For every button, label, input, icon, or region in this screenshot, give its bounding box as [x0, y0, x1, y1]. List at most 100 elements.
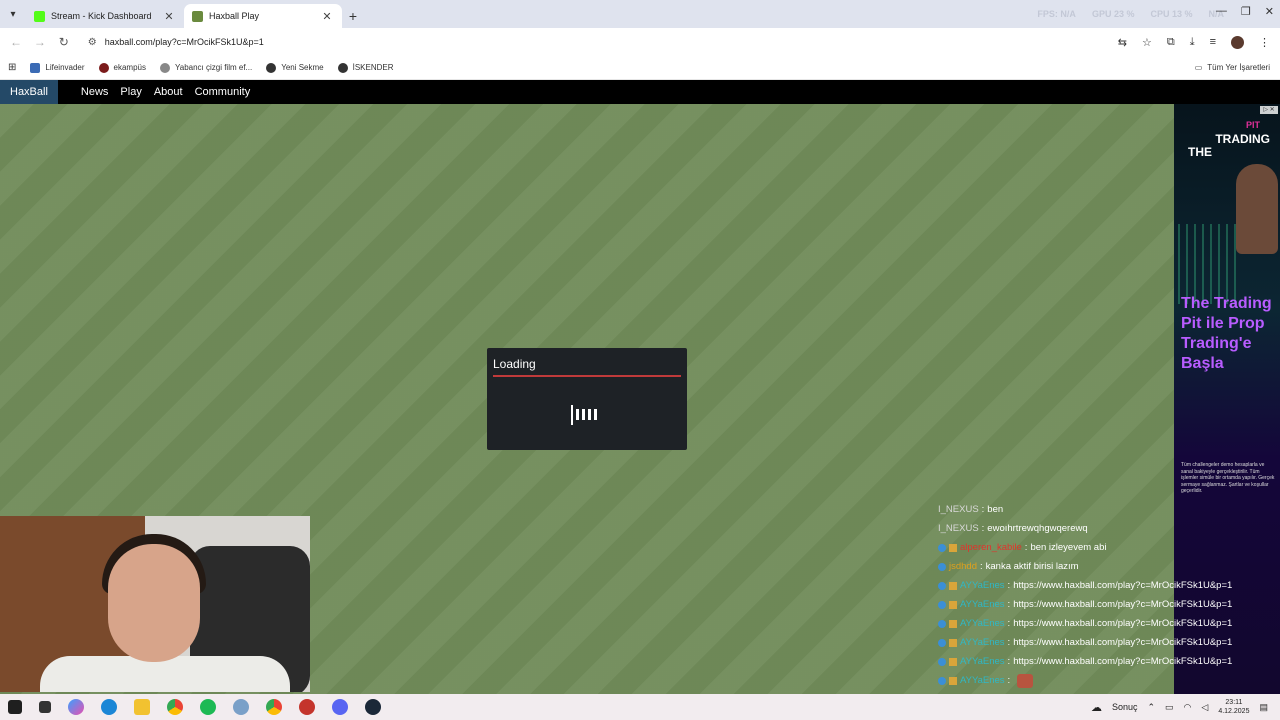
chat-username[interactable]: AYYaEnes — [960, 618, 1005, 629]
chat-username[interactable]: AYYaEnes — [960, 580, 1005, 591]
tab-haxball-play[interactable]: Haxball Play ✕ — [184, 4, 342, 28]
edge-icon[interactable] — [101, 699, 117, 715]
chevron-up-icon[interactable]: ⌃ — [1147, 702, 1155, 713]
loading-title: Loading — [493, 357, 536, 371]
loading-dialog: Loading — [487, 348, 687, 450]
close-tab-icon[interactable]: ✕ — [162, 10, 176, 23]
wifi-icon[interactable]: ◠ — [1184, 702, 1192, 713]
haxball-logo[interactable]: HaxBall — [0, 80, 58, 104]
settings-icon[interactable] — [233, 699, 249, 715]
url-input[interactable]: ⚙ haxball.com/play?c=MrOcikFSk1U&p=1 — [81, 31, 1118, 53]
webcam-shirt — [40, 656, 290, 692]
chat-message: alperen_kabile: ben izleyevem abi — [938, 538, 1278, 557]
all-bookmarks-button[interactable]: ▭ Tüm Yer İşaretleri — [1195, 63, 1270, 72]
start-windows-icon[interactable] — [8, 700, 22, 714]
close-window-icon[interactable]: ✕ — [1265, 5, 1274, 18]
loading-spinner-icon — [571, 405, 597, 425]
bookmark-star-icon[interactable]: ☆ — [1142, 36, 1152, 49]
chat-separator: : — [1007, 637, 1011, 648]
profile-avatar[interactable] — [1231, 35, 1244, 49]
bookmark-yabanci[interactable]: Yabancı çizgi film ef... — [160, 62, 253, 73]
forward-icon[interactable]: → — [28, 35, 52, 49]
chrome-icon — [266, 62, 277, 73]
nav-about[interactable]: About — [154, 86, 183, 98]
bookmark-iskender[interactable]: İSKENDER — [337, 62, 394, 73]
kick-favicon-icon — [34, 10, 45, 22]
task-view-icon[interactable] — [39, 701, 51, 713]
bookmark-lifeinvader[interactable]: Lifeinvader — [30, 62, 85, 73]
nav-news[interactable]: News — [81, 86, 109, 98]
bookmark-label: Yabancı çizgi film ef... — [175, 63, 253, 72]
ad-info-icon[interactable]: ▷ ✕ — [1260, 106, 1278, 114]
minimize-icon[interactable]: — — [1216, 5, 1227, 18]
translate-icon[interactable]: ⇆ — [1118, 36, 1127, 49]
notification-icon[interactable]: ▤ — [1259, 702, 1268, 713]
chat-badge-icon — [949, 600, 957, 609]
chat-badge-icon — [938, 600, 946, 609]
app-icon[interactable] — [299, 699, 315, 715]
loading-divider — [493, 375, 681, 377]
chat-username[interactable]: alperen_kabile — [960, 542, 1022, 553]
chat-badge-icon — [949, 676, 957, 685]
chat-message: AYYaEnes: https://www.haxball.com/play?c=… — [938, 595, 1278, 614]
webcam-overlay — [0, 516, 310, 692]
tab-search-button[interactable]: ▾ — [0, 0, 26, 28]
chat-badge-icon — [949, 619, 957, 628]
chat-emote-icon — [1017, 673, 1034, 688]
ad-chart-graphic — [1178, 224, 1238, 304]
chat-username[interactable]: jsdhdd — [949, 561, 977, 572]
chat-username[interactable]: AYYaEnes — [960, 675, 1005, 686]
tab-kick-dashboard[interactable]: Stream - Kick Dashboard ✕ — [26, 4, 184, 28]
bookmark-yeni-sekme[interactable]: Yeni Sekme — [266, 62, 324, 73]
steam-icon[interactable] — [365, 699, 381, 715]
chat-text: ewoıhrtrewqhgwqerewq — [987, 523, 1088, 534]
weather-icon[interactable]: ☁ — [1091, 701, 1102, 714]
new-tab-button[interactable]: + — [342, 4, 364, 28]
bookmark-ekampus[interactable]: ekampüs — [98, 62, 146, 73]
chrome-icon[interactable] — [266, 699, 282, 715]
folder-icon: ▭ — [1194, 63, 1203, 72]
download-icon[interactable]: ⤓ — [1190, 36, 1195, 49]
chat-badge-icon — [949, 638, 957, 647]
haxball-nav: HaxBall News Play About Community — [0, 80, 1280, 104]
chat-badge-icon — [949, 543, 957, 552]
apps-grid-icon[interactable]: ⊞ — [8, 62, 16, 73]
chat-separator: : — [981, 523, 985, 534]
webcam-face — [108, 544, 200, 662]
weather-label[interactable]: Sonuç — [1112, 702, 1138, 712]
chat-badge-icon — [938, 619, 946, 628]
close-tab-icon[interactable]: ✕ — [320, 10, 334, 23]
window-icon[interactable]: ▭ — [1165, 702, 1174, 713]
toolbar-icons: ⇆ ☆ ⧉ ⤓ ≡ ⋮ — [1118, 35, 1270, 49]
volume-icon[interactable]: ◁ — [1201, 702, 1208, 713]
chrome-icon[interactable] — [167, 699, 183, 715]
file-explorer-icon[interactable] — [134, 699, 150, 715]
chrome-icon — [337, 62, 348, 73]
copilot-icon[interactable] — [68, 699, 84, 715]
all-bookmarks-label: Tüm Yer İşaretleri — [1207, 63, 1270, 72]
chat-message: AYYaEnes: https://www.haxball.com/play?c=… — [938, 614, 1278, 633]
restore-icon[interactable]: ❐ — [1241, 5, 1251, 18]
site-info-icon[interactable]: ⚙ — [88, 37, 97, 48]
nav-play[interactable]: Play — [120, 86, 141, 98]
nav-community[interactable]: Community — [195, 86, 251, 98]
chat-username[interactable]: I_NEXUS — [938, 504, 979, 515]
media-icon[interactable]: ≡ — [1210, 36, 1216, 48]
clock[interactable]: 23:11 4.12.2025 — [1218, 698, 1249, 716]
back-icon[interactable]: ← — [4, 35, 28, 49]
menu-icon[interactable]: ⋮ — [1259, 36, 1270, 49]
chat-username[interactable]: AYYaEnes — [960, 656, 1005, 667]
discord-icon[interactable] — [332, 699, 348, 715]
tab-strip: ▾ Stream - Kick Dashboard ✕ Haxball Play… — [0, 0, 1280, 28]
chat-username[interactable]: AYYaEnes — [960, 599, 1005, 610]
chat-separator: : — [1007, 656, 1011, 667]
extensions-icon[interactable]: ⧉ — [1167, 36, 1175, 49]
spotify-icon[interactable] — [200, 699, 216, 715]
address-bar-row: ← → ↻ ⚙ haxball.com/play?c=MrOcikFSk1U&p… — [0, 28, 1280, 56]
reload-icon[interactable]: ↻ — [52, 35, 76, 49]
windows-taskbar: ☁ Sonuç ⌃ ▭ ◠ ◁ 23:11 4.12.2025 ▤ — [0, 694, 1280, 720]
chat-badge-icon — [938, 581, 946, 590]
chat-username[interactable]: I_NEXUS — [938, 523, 979, 534]
chat-text: kanka aktif birisi lazım — [985, 561, 1079, 572]
chat-username[interactable]: AYYaEnes — [960, 637, 1005, 648]
